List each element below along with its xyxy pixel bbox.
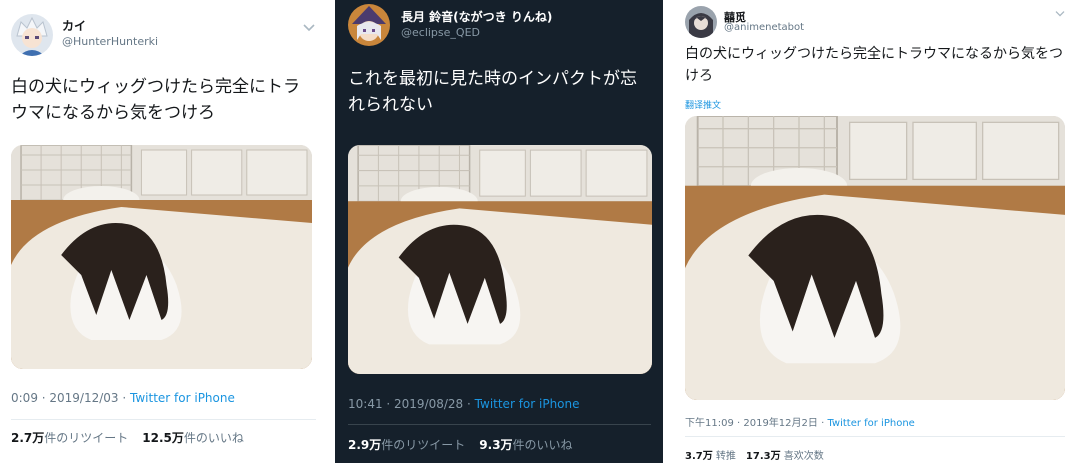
user-handle[interactable]: @HunterHunterki (62, 35, 158, 48)
divider (348, 424, 651, 425)
like-count[interactable]: 12.5万件のいいね (142, 431, 244, 445)
avatar-dark-hair-character-icon (685, 6, 717, 38)
tweet-source-link[interactable]: Twitter for iPhone (130, 391, 235, 405)
tweet-stats: 2.9万件のリツイート 9.3万件のいいね (348, 436, 573, 453)
tweet-timestamp[interactable]: 下午11:09 · 2019年12月2日 (685, 418, 818, 429)
dog-in-wig-photo (685, 116, 1065, 400)
avatar[interactable] (685, 6, 717, 38)
tweet-photo[interactable] (685, 116, 1065, 400)
tweet-meta: 0:09 · 2019/12/03 · Twitter for iPhone (11, 391, 235, 405)
chevron-down-icon[interactable] (1054, 10, 1066, 18)
tweet-stats: 2.7万件のリツイート 12.5万件のいいね (11, 429, 244, 446)
display-name[interactable]: カイ (62, 17, 86, 34)
tweet-card-2: 長月 鈴音(ながつき りんね) @eclipse_QED これを最初に見た時のイ… (335, 0, 663, 463)
like-count[interactable]: 17.3万 喜欢次数 (746, 451, 824, 462)
user-handle[interactable]: @animenetabot (724, 22, 804, 33)
tweet-meta: 10:41 · 2019/08/28 · Twitter for iPhone (348, 397, 580, 411)
tweet-text: これを最初に見た時のインパクトが忘れられない (348, 69, 637, 116)
tweet-timestamp[interactable]: 0:09 · 2019/12/03 (11, 391, 119, 405)
retweet-count[interactable]: 2.7万件のリツイート (11, 431, 128, 445)
tweet-source-link[interactable]: Twitter for iPhone (475, 397, 580, 411)
tweet-stats: 3.7万 转推 17.3万 喜欢次数 (685, 447, 824, 462)
avatar-witch-hat-character-icon (348, 4, 390, 46)
tweet-photo[interactable] (11, 145, 312, 369)
chevron-down-icon[interactable] (302, 23, 316, 33)
divider (685, 436, 1065, 437)
tweet-card-3: 囍觅 @animenetabot 白の犬にウィッグつけたら完全にトラウマになるか… (672, 0, 1080, 463)
retweet-count[interactable]: 3.7万 转推 (685, 451, 736, 462)
tweet-text: 白の犬にウィッグつけたら完全にトラウマになるから気をつけろ (685, 46, 1063, 84)
user-handle[interactable]: @eclipse_QED (401, 26, 480, 39)
dog-in-wig-photo (11, 145, 312, 369)
tweet-source-link[interactable]: Twitter for iPhone (827, 418, 914, 429)
divider (11, 419, 316, 420)
tweet-meta: 下午11:09 · 2019年12月2日 · Twitter for iPhon… (685, 418, 915, 429)
tweet-photo[interactable] (348, 145, 652, 374)
like-count[interactable]: 9.3万件のいいね (479, 438, 572, 452)
retweet-count[interactable]: 2.9万件のリツイート (348, 438, 465, 452)
display-name[interactable]: 長月 鈴音(ながつき りんね) (401, 8, 552, 25)
translate-tweet-link[interactable]: 翻译推文 (685, 98, 721, 111)
avatar-white-hair-character-icon (11, 14, 53, 56)
avatar[interactable] (11, 14, 53, 56)
tweet-card-1: カイ @HunterHunterki 白の犬にウィッグつけたら完全にトラウマにな… (0, 0, 328, 463)
tweet-text: 白の犬にウィッグつけたら完全にトラウマになるから気をつけろ (11, 77, 300, 124)
tweet-timestamp[interactable]: 10:41 · 2019/08/28 (348, 397, 463, 411)
dog-in-wig-photo (348, 145, 652, 374)
avatar[interactable] (348, 4, 390, 46)
